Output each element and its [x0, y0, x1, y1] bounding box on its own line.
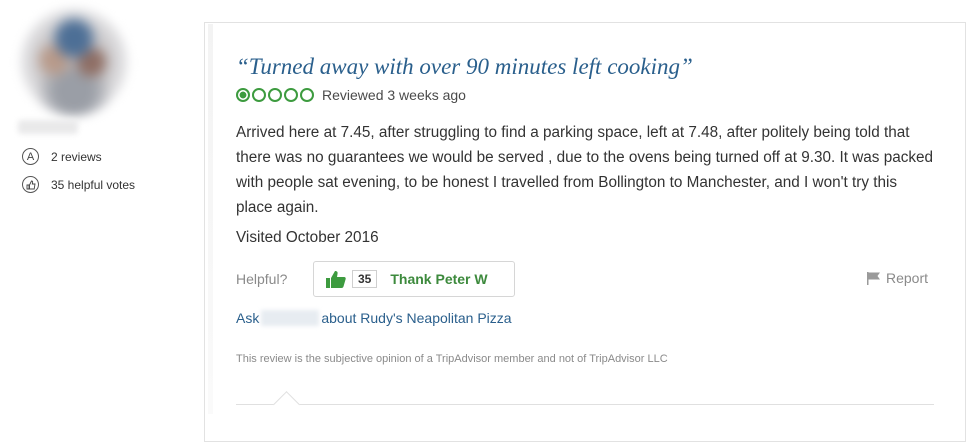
rating-bubble-empty	[252, 88, 266, 102]
review-body: Arrived here at 7.45, after struggling t…	[236, 124, 934, 216]
visit-date: Visited October 2016	[236, 229, 379, 246]
ask-reviewer-link[interactable]: Ask about Rudy's Neapolitan Pizza	[236, 310, 512, 326]
report-label: Report	[886, 270, 929, 286]
rating-bubble-empty	[284, 88, 298, 102]
member-helpful-stat: 35 helpful votes	[22, 176, 135, 193]
reviewer-name-redacted	[261, 310, 320, 326]
thumbs-up-badge-icon	[22, 176, 39, 193]
flag-icon	[867, 272, 880, 285]
rating-bubble-filled	[236, 88, 250, 102]
ask-suffix: about Rudy's Neapolitan Pizza	[321, 310, 512, 326]
thumbs-up-icon	[326, 271, 346, 288]
review-rating-row: Reviewed 3 weeks ago	[236, 87, 466, 103]
report-link[interactable]: Report	[866, 270, 928, 286]
member-avatar[interactable]	[20, 8, 128, 116]
helpful-label: Helpful?	[236, 271, 288, 287]
review-disclaimer: This review is the subjective opinion of…	[236, 353, 668, 365]
rating-bubble-empty	[300, 88, 314, 102]
member-helpful-votes: 35 helpful votes	[51, 177, 136, 192]
member-name-redacted	[18, 120, 78, 134]
reviews-badge-icon: A	[22, 148, 39, 165]
thank-reviewer-button[interactable]: 35 Thank Peter W	[313, 261, 515, 297]
rating-bubble-empty	[268, 88, 282, 102]
response-divider	[236, 404, 934, 405]
thank-label: Thank Peter W	[390, 271, 488, 287]
member-reviews-count: 2 reviews	[51, 149, 102, 164]
ask-prefix: Ask	[236, 310, 260, 326]
card-shadow	[208, 24, 213, 414]
review-date: Reviewed 3 weeks ago	[322, 87, 466, 103]
review-title[interactable]: “Turned away with over 90 minutes left c…	[236, 54, 693, 80]
member-reviews-stat: A 2 reviews	[22, 148, 102, 165]
thank-count: 35	[352, 270, 378, 288]
